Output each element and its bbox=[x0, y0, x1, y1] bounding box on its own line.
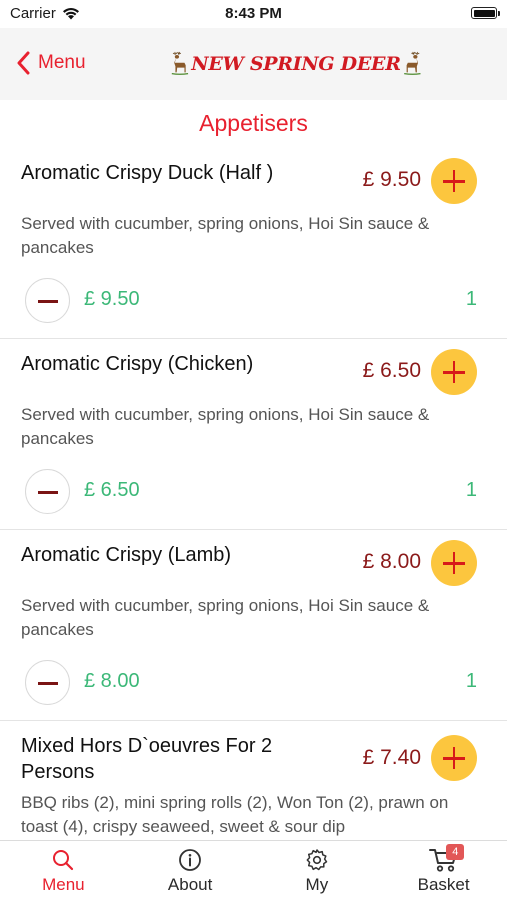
tab-my[interactable]: My bbox=[254, 841, 381, 901]
menu-item: Aromatic Crispy (Chicken) £ 6.50 Served … bbox=[0, 339, 507, 530]
item-name: Aromatic Crispy (Lamb) bbox=[21, 544, 232, 566]
menu-item: Mixed Hors D`oeuvres For 2 Persons £ 7.4… bbox=[0, 721, 507, 840]
item-price: £ 6.50 bbox=[362, 359, 421, 382]
minus-icon bbox=[38, 682, 58, 685]
deer-icon bbox=[171, 51, 189, 75]
info-icon bbox=[179, 849, 202, 871]
minus-icon bbox=[38, 491, 58, 494]
status-time: 8:43 PM bbox=[225, 5, 282, 22]
line-total: £ 6.50 bbox=[84, 479, 140, 501]
tab-label: Menu bbox=[42, 875, 85, 894]
line-total: £ 8.00 bbox=[84, 670, 140, 692]
item-description: Served with cucumber, spring onions, Hoi… bbox=[21, 596, 430, 639]
item-price: £ 9.50 bbox=[362, 168, 421, 191]
item-price: £ 8.00 bbox=[362, 550, 421, 573]
item-quantity: 1 bbox=[465, 479, 477, 501]
menu-item-list[interactable]: Aromatic Crispy Duck (Half ) £ 9.50 Serv… bbox=[0, 148, 507, 840]
battery-icon bbox=[471, 7, 500, 19]
search-icon bbox=[53, 850, 74, 871]
add-button[interactable] bbox=[431, 349, 477, 395]
remove-button[interactable] bbox=[25, 660, 70, 705]
add-button[interactable] bbox=[431, 540, 477, 586]
item-description: Served with cucumber, spring onions, Hoi… bbox=[21, 405, 430, 448]
menu-item: Aromatic Crispy (Lamb) £ 8.00 Served wit… bbox=[0, 530, 507, 721]
menu-item: Aromatic Crispy Duck (Half ) £ 9.50 Serv… bbox=[0, 148, 507, 339]
tab-menu[interactable]: Menu bbox=[0, 841, 127, 901]
item-price: £ 7.40 bbox=[362, 746, 421, 769]
tab-bar: Menu About My 4 Basket bbox=[0, 840, 507, 901]
status-bar: Carrier 8:43 PM bbox=[0, 0, 507, 28]
tab-label: About bbox=[167, 875, 213, 894]
item-description: BBQ ribs (2), mini spring rolls (2), Won… bbox=[21, 793, 449, 836]
add-button[interactable] bbox=[431, 158, 477, 204]
logo: NEW SPRING DEER bbox=[170, 42, 422, 86]
tab-label: My bbox=[305, 875, 329, 894]
tab-about[interactable]: About bbox=[127, 841, 254, 901]
logo-text: NEW SPRING DEER bbox=[191, 53, 401, 75]
item-name: Aromatic Crispy Duck (Half ) bbox=[21, 162, 274, 184]
minus-icon bbox=[38, 300, 58, 303]
item-description: Served with cucumber, spring onions, Hoi… bbox=[21, 214, 430, 257]
deer-icon bbox=[403, 51, 421, 75]
item-quantity: 1 bbox=[465, 670, 477, 692]
item-quantity: 1 bbox=[465, 288, 477, 310]
tab-basket[interactable]: 4 Basket bbox=[380, 841, 507, 901]
nav-bar: Menu NEW SPRING DEER bbox=[0, 28, 507, 100]
tab-label: Basket bbox=[417, 875, 470, 894]
line-total: £ 9.50 bbox=[84, 288, 140, 310]
item-name: Aromatic Crispy (Chicken) bbox=[21, 353, 254, 375]
back-label: Menu bbox=[38, 52, 86, 73]
back-button[interactable]: Menu bbox=[16, 48, 86, 78]
gear-icon bbox=[306, 849, 328, 871]
remove-button[interactable] bbox=[25, 469, 70, 514]
item-name: Mixed Hors D`oeuvres For 2 Persons bbox=[21, 735, 273, 783]
remove-button[interactable] bbox=[25, 278, 70, 323]
add-button[interactable] bbox=[431, 735, 477, 781]
section-title: Appetisers bbox=[199, 110, 308, 136]
chevron-left-icon bbox=[17, 51, 30, 75]
basket-count-badge: 4 bbox=[446, 844, 465, 860]
